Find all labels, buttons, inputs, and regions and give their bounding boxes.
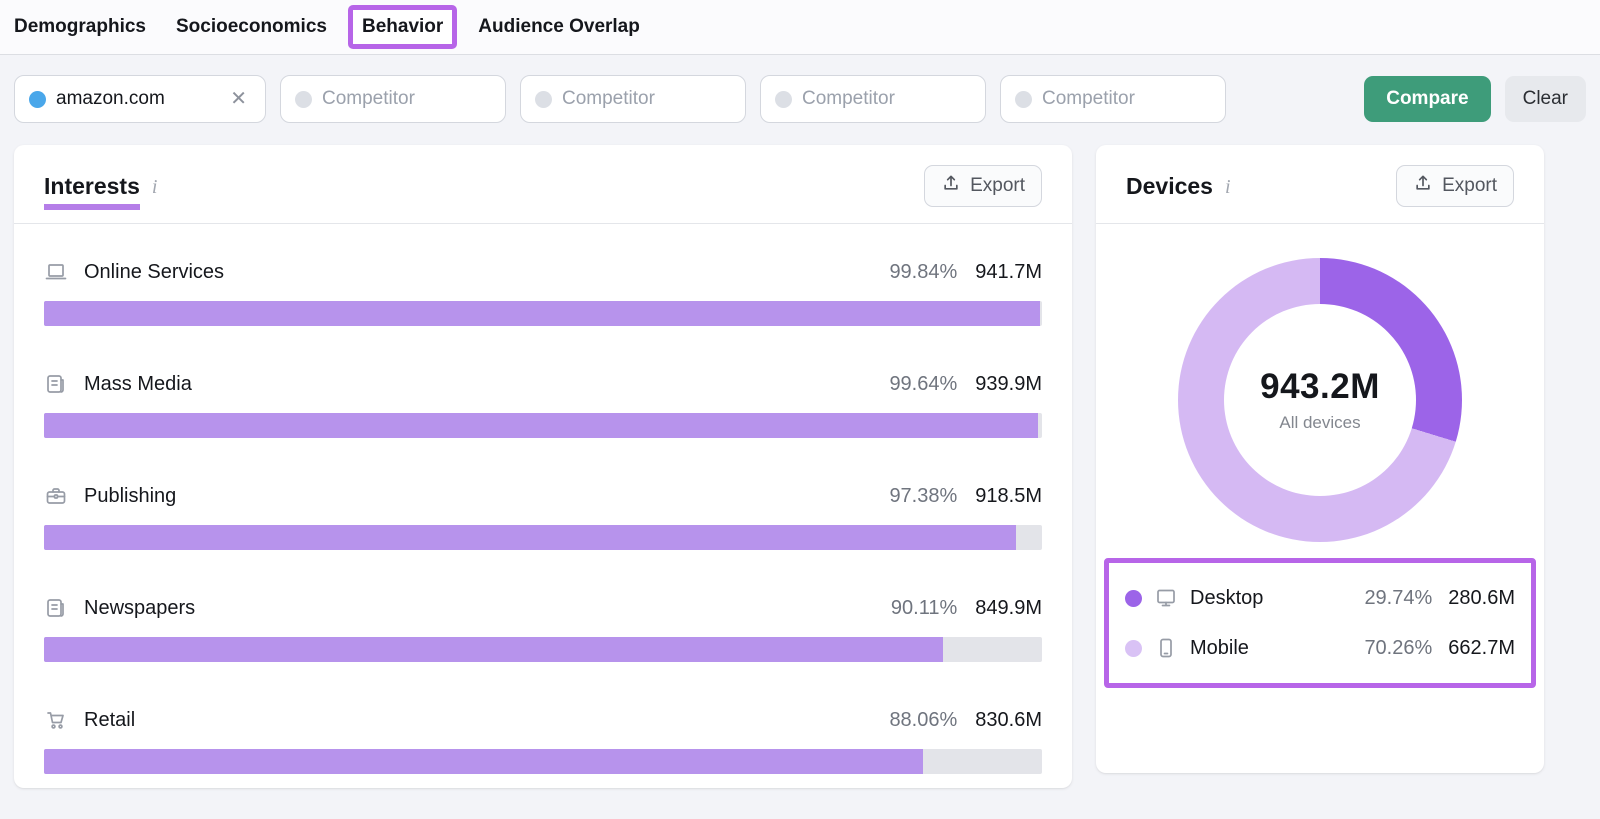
interest-bar [44, 525, 1016, 550]
interest-value: 918.5M [975, 485, 1042, 508]
tab-audience-overlap[interactable]: Audience Overlap [478, 16, 640, 38]
export-button[interactable]: Export [1396, 165, 1514, 207]
export-label: Export [970, 175, 1025, 197]
interest-percent: 97.38% [889, 485, 957, 508]
export-icon [941, 173, 961, 199]
competitor-dot-icon [1015, 91, 1032, 108]
competitor-input-2[interactable]: Competitor [520, 75, 746, 123]
interests-title: Interests [44, 173, 140, 210]
interest-bar [44, 637, 943, 662]
interest-value: 939.9M [975, 373, 1042, 396]
interest-row: Publishing 97.38% 918.5M [44, 484, 1042, 550]
news-icon [44, 372, 68, 396]
main-content: Interests i Export Online Services [0, 145, 1600, 788]
interest-bar-track [44, 637, 1042, 662]
interest-label: Publishing [84, 485, 176, 508]
legend-row-mobile[interactable]: Mobile 70.26% 662.7M [1125, 623, 1515, 673]
competitor-placeholder: Competitor [562, 88, 731, 110]
mobile-series-dot [1125, 640, 1142, 657]
interests-card: Interests i Export Online Services [14, 145, 1072, 788]
interest-bar [44, 749, 923, 774]
info-icon[interactable]: i [1225, 174, 1231, 199]
interest-bar [44, 413, 1038, 438]
legend-label: Mobile [1190, 637, 1249, 660]
interest-bar-track [44, 301, 1042, 326]
interest-value: 830.6M [975, 709, 1042, 732]
legend-label: Desktop [1190, 587, 1263, 610]
laptop-icon [44, 260, 68, 284]
desktop-series-dot [1125, 590, 1142, 607]
tab-behavior[interactable]: Behavior [348, 5, 457, 49]
interest-percent: 90.11% [891, 597, 957, 620]
interest-percent: 88.06% [889, 709, 957, 732]
interests-header: Interests i Export [14, 145, 1072, 224]
competitor-placeholder: Competitor [802, 88, 971, 110]
domain-dot-icon [29, 91, 46, 108]
interest-value: 849.9M [975, 597, 1042, 620]
competitor-dot-icon [535, 91, 552, 108]
competitor-dot-icon [295, 91, 312, 108]
interest-bar-track [44, 749, 1042, 774]
tab-demographics[interactable]: Demographics [14, 16, 146, 38]
interests-list: Online Services 99.84% 941.7M Mass Media [14, 224, 1072, 774]
donut-center: 943.2M All devices [1224, 304, 1416, 496]
interest-row: Newspapers 90.11% 849.9M [44, 596, 1042, 662]
clear-button[interactable]: Clear [1505, 76, 1586, 122]
export-icon [1413, 173, 1433, 199]
interest-label: Newspapers [84, 597, 195, 620]
filter-row: amazon.com ✕ Competitor Competitor Compe… [0, 55, 1600, 145]
info-icon[interactable]: i [152, 174, 158, 199]
legend-percent: 70.26% [1364, 637, 1432, 660]
interest-label: Retail [84, 709, 135, 732]
devices-total-caption: All devices [1279, 413, 1360, 433]
competitor-input-1[interactable]: Competitor [280, 75, 506, 123]
legend-row-desktop[interactable]: Desktop 29.74% 280.6M [1125, 573, 1515, 623]
legend-percent: 29.74% [1364, 587, 1432, 610]
devices-header: Devices i Export [1096, 145, 1544, 224]
interest-bar [44, 301, 1040, 326]
interest-row: Mass Media 99.64% 939.9M [44, 372, 1042, 438]
primary-domain-input[interactable]: amazon.com ✕ [14, 75, 266, 123]
competitor-placeholder: Competitor [1042, 88, 1211, 110]
close-icon[interactable]: ✕ [226, 87, 251, 111]
news-icon [44, 596, 68, 620]
desktop-icon [1154, 586, 1178, 610]
briefcase-icon [44, 484, 68, 508]
interest-percent: 99.64% [889, 373, 957, 396]
devices-donut[interactable]: 943.2M All devices [1178, 258, 1462, 542]
primary-domain-value: amazon.com [56, 88, 216, 110]
cart-icon [44, 708, 68, 732]
interest-percent: 99.84% [889, 261, 957, 284]
export-label: Export [1442, 175, 1497, 197]
mobile-icon [1154, 636, 1178, 660]
interest-bar-track [44, 525, 1042, 550]
interest-value: 941.7M [975, 261, 1042, 284]
interest-row: Retail 88.06% 830.6M [44, 708, 1042, 774]
competitor-placeholder: Competitor [322, 88, 491, 110]
tab-socioeconomics[interactable]: Socioeconomics [176, 16, 327, 38]
devices-card: Devices i Export 943.2M All devices [1096, 145, 1544, 773]
devices-title: Devices [1126, 173, 1213, 200]
interest-row: Online Services 99.84% 941.7M [44, 260, 1042, 326]
legend-value: 280.6M [1448, 587, 1515, 610]
interest-label: Online Services [84, 261, 224, 284]
devices-legend: Desktop 29.74% 280.6M Mobile 70.26% 662.… [1104, 558, 1536, 688]
interest-label: Mass Media [84, 373, 192, 396]
competitor-dot-icon [775, 91, 792, 108]
interest-bar-track [44, 413, 1042, 438]
export-button[interactable]: Export [924, 165, 1042, 207]
tab-bar: Demographics Socioeconomics Behavior Aud… [0, 0, 1600, 55]
legend-value: 662.7M [1448, 637, 1515, 660]
competitor-input-3[interactable]: Competitor [760, 75, 986, 123]
compare-button[interactable]: Compare [1364, 76, 1490, 122]
competitor-input-4[interactable]: Competitor [1000, 75, 1226, 123]
devices-chart-area: 943.2M All devices [1096, 224, 1544, 542]
devices-total: 943.2M [1260, 367, 1380, 407]
